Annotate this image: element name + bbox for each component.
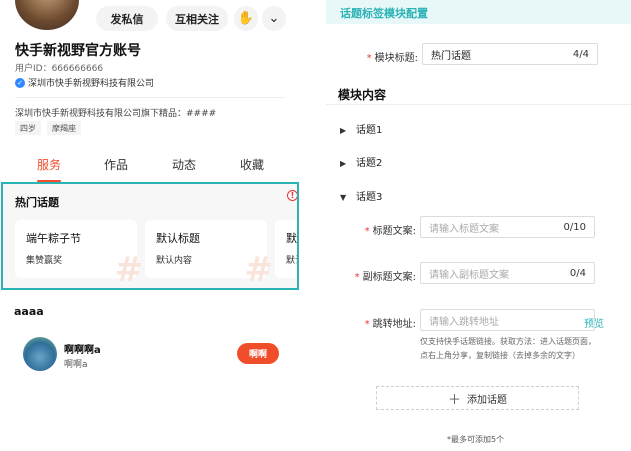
hot-topics-module[interactable]: 热门话题 ! 端午粽子节 集赞赢奖 # 默认标题 默认内容 # 默认 默认 xyxy=(1,182,299,290)
verified-icon: ✓ xyxy=(15,77,25,88)
hand-icon[interactable]: ✋ xyxy=(234,6,258,31)
add-topic-label: 添加话题 xyxy=(467,394,507,406)
warning-icon: ! xyxy=(287,190,297,201)
char-count: 4/4 xyxy=(572,49,589,60)
jump-url-label: * 跳转地址: xyxy=(364,319,416,330)
topic-item-3[interactable]: ▼ 话题3 xyxy=(340,188,382,203)
user-avatar xyxy=(23,337,57,371)
char-count: 0/10 xyxy=(563,222,586,233)
user-name: 啊啊啊a xyxy=(64,345,101,356)
divider xyxy=(326,104,631,105)
module-title-input[interactable]: 热门话题 4/4 xyxy=(422,43,598,65)
chevron-down-icon[interactable]: ⌄ xyxy=(262,6,286,31)
hot-topics-title: 热门话题 xyxy=(15,196,59,209)
profile-tag: 摩羯座 xyxy=(47,121,81,135)
verified-org: ✓ 深圳市快手新视野科技有限公司 xyxy=(15,76,154,89)
divider xyxy=(15,97,285,98)
topic-card-subtitle: 默认 xyxy=(286,256,297,266)
message-button[interactable]: 发私信 xyxy=(96,6,158,31)
plus-icon: ＋ xyxy=(447,392,461,408)
title-text-input[interactable]: 请输入标题文案 0/10 xyxy=(420,216,595,238)
user-id: 用户ID：666666666 xyxy=(15,64,104,74)
title-text-label: * 标题文案: xyxy=(364,226,416,237)
topic-card[interactable]: 端午粽子节 集赞赢奖 # xyxy=(15,220,143,288)
caret-down-icon: ▼ xyxy=(340,193,347,202)
subtitle-text-placeholder: 请输入副标题文案 xyxy=(429,269,509,281)
module-title-value: 热门话题 xyxy=(431,50,471,62)
user-subtitle: 啊啊a xyxy=(64,360,88,370)
subtitle-text-label: * 副标题文案: xyxy=(354,272,416,283)
module-title-label: * 模块标题: xyxy=(366,53,418,64)
char-count: 0/4 xyxy=(569,268,586,279)
topic-card-subtitle: 默认内容 xyxy=(156,256,193,266)
section-title: 模块内容 xyxy=(338,88,387,102)
tab-feed[interactable]: 动态 xyxy=(172,156,196,173)
jump-url-input[interactable]: 请输入跳转地址 xyxy=(420,309,595,331)
topic-card-title: 默认标题 xyxy=(156,232,200,245)
preview-link[interactable]: 预览 xyxy=(584,315,604,330)
topic-card-title: 默认 xyxy=(286,232,297,245)
topic-card-title: 端午粽子节 xyxy=(26,232,81,245)
add-topic-button[interactable]: ＋ 添加话题 xyxy=(376,386,579,410)
user-action-button[interactable]: 啊啊 xyxy=(237,343,279,364)
profile-tabs: 服务 作品 动态 收藏 xyxy=(0,156,300,180)
profile-avatar xyxy=(15,0,79,30)
jump-url-placeholder: 请输入跳转地址 xyxy=(429,316,499,328)
mobile-preview: 发私信 互相关注 ✋ ⌄ 快手新视野官方账号 用户ID：666666666 ✓ … xyxy=(0,0,300,383)
topic-card-subtitle: 集赞赢奖 xyxy=(26,256,63,266)
profile-tag: 四岁 xyxy=(15,121,41,135)
profile-description: 深圳市快手新视野科技有限公司旗下精品：#### xyxy=(15,109,217,119)
topic-item-1[interactable]: ▶ 话题1 xyxy=(340,121,382,136)
jump-url-hint: 仅支持快手话题链接。获取方法：进入话题页面，点右上角分享，复制链接（去掉多余的文… xyxy=(420,337,596,360)
subtitle-text-input[interactable]: 请输入副标题文案 0/4 xyxy=(420,262,595,284)
hash-icon: # xyxy=(114,250,144,290)
caret-right-icon: ▶ xyxy=(340,126,347,135)
panel-header: 话题标签模块配置 xyxy=(326,0,631,24)
topic-card[interactable]: 默认 默认 xyxy=(275,220,297,278)
caret-right-icon: ▶ xyxy=(340,159,347,168)
add-limit-note: *最多可添加5个 xyxy=(447,435,505,444)
topic-item-2[interactable]: ▶ 话题2 xyxy=(340,154,382,169)
tab-works[interactable]: 作品 xyxy=(104,156,128,173)
tab-favorites[interactable]: 收藏 xyxy=(240,156,264,173)
module-title: aaaa xyxy=(14,305,44,318)
verified-org-text: 深圳市快手新视野科技有限公司 xyxy=(28,79,155,89)
config-panel: 话题标签模块配置 * 模块标题: 热门话题 4/4 模块内容 ▶ 话题1 ▶ 话题2 … xyxy=(326,0,631,451)
account-name: 快手新视野官方账号 xyxy=(15,43,141,59)
title-text-placeholder: 请输入标题文案 xyxy=(429,223,499,235)
topic-card[interactable]: 默认标题 默认内容 # xyxy=(145,220,273,288)
follow-button[interactable]: 互相关注 xyxy=(166,6,228,31)
tab-services[interactable]: 服务 xyxy=(37,156,61,173)
hash-icon: # xyxy=(244,250,274,290)
